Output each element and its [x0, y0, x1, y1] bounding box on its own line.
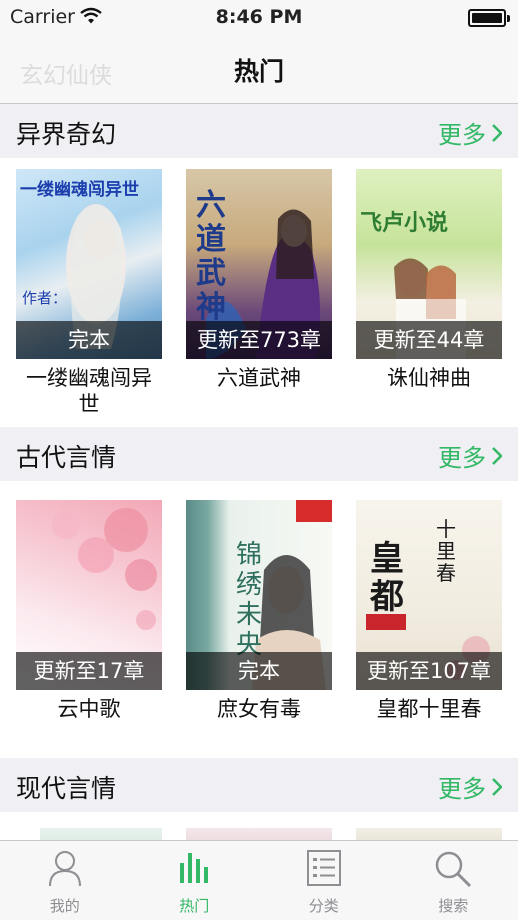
tab-bar: 我的 热门 分类 搜索 [0, 840, 518, 920]
section-header-ancient-romance: 古代言情 更多 [0, 427, 518, 481]
more-button[interactable]: 更多 [438, 115, 502, 150]
section-header-fantasy: 异界奇幻 更多 [0, 104, 518, 158]
search-icon [433, 849, 473, 893]
book-card[interactable]: 更新至17章 云中歌 [16, 500, 162, 722]
chevron-right-icon [492, 777, 502, 796]
cover-title-text: 皇都 [370, 539, 404, 617]
section-title: 异界奇幻 [16, 120, 117, 149]
book-card[interactable]: 一缕幽魂闯异世 作者： 完本 一缕幽魂闯异世 [16, 169, 162, 417]
status-bar: Carrier 8:46 PM [0, 0, 518, 36]
cover-subtitle-text: 十里春 [436, 517, 456, 585]
section-header-modern-romance: 现代言情 更多 [0, 758, 518, 812]
cover-title-text: 一缕幽魂闯异世 [20, 180, 139, 200]
status-badge: 更新至107章 [356, 652, 502, 690]
person-icon [47, 849, 83, 891]
tab-hot[interactable]: 热门 [130, 841, 260, 920]
chevron-right-icon [492, 123, 502, 142]
tab-label: 我的 [49, 897, 80, 915]
book-cover: 更新至17章 [16, 500, 162, 690]
cover-title-text: 飞卢小说 [360, 211, 449, 236]
tab-category[interactable]: 分类 [259, 841, 389, 920]
more-label: 更多 [438, 121, 486, 149]
status-badge: 完本 [16, 321, 162, 359]
book-card[interactable]: 锦绣未央 完本 庶女有毒 [186, 500, 332, 722]
more-label: 更多 [438, 775, 486, 803]
status-time: 8:46 PM [215, 6, 303, 28]
cover-title-text: 六道武神 [196, 188, 226, 325]
book-title: 诛仙神曲 [387, 366, 471, 390]
book-card[interactable]: 飞卢小说 更新至44章 诛仙神曲 [356, 169, 502, 391]
book-title: 云中歌 [57, 697, 121, 721]
more-label: 更多 [438, 444, 486, 472]
more-button[interactable]: 更多 [438, 769, 502, 804]
book-title: 庶女有毒 [217, 697, 301, 721]
book-cover: 皇都 十里春 更新至107章 [356, 500, 502, 690]
app-screen: Carrier 8:46 PM 玄幻仙侠 热门 异界奇幻 更多 一缕幽魂闯异世 … [0, 0, 518, 920]
cover-author-text: 作者： [22, 289, 68, 307]
bar-chart-icon [178, 849, 210, 889]
status-badge: 完本 [186, 652, 332, 690]
book-card[interactable]: 皇都 十里春 更新至107章 皇都十里春 [356, 500, 502, 722]
section-title: 古代言情 [16, 443, 117, 472]
battery-icon [468, 9, 510, 27]
status-badge: 更新至773章 [186, 321, 332, 359]
tab-label: 搜索 [438, 897, 469, 915]
navigation-bar: 玄幻仙侠 热门 [0, 36, 518, 104]
cover-title-text: 锦绣未央 [236, 540, 263, 660]
book-title: 皇都十里春 [376, 697, 482, 721]
page-title: 热门 [233, 57, 284, 86]
tab-label: 分类 [308, 897, 339, 915]
chevron-right-icon [492, 446, 502, 465]
book-cover: 一缕幽魂闯异世 作者： 完本 [16, 169, 162, 359]
more-button[interactable]: 更多 [438, 438, 502, 473]
status-badge: 更新至44章 [356, 321, 502, 359]
book-cover: 六道武神 更新至773章 [186, 169, 332, 359]
book-title: 六道武神 [217, 366, 301, 390]
book-cover: 锦绣未央 完本 [186, 500, 332, 690]
status-badge: 更新至17章 [16, 652, 162, 690]
section-title: 现代言情 [16, 774, 117, 803]
tab-mine[interactable]: 我的 [0, 841, 130, 920]
tab-label: 热门 [179, 897, 210, 915]
book-cover: 飞卢小说 更新至44章 [356, 169, 502, 359]
book-card[interactable]: 六道武神 更新至773章 六道武神 [186, 169, 332, 391]
book-title: 一缕幽魂闯异世 [26, 366, 152, 416]
tab-search[interactable]: 搜索 [389, 841, 518, 920]
list-icon [306, 849, 342, 891]
